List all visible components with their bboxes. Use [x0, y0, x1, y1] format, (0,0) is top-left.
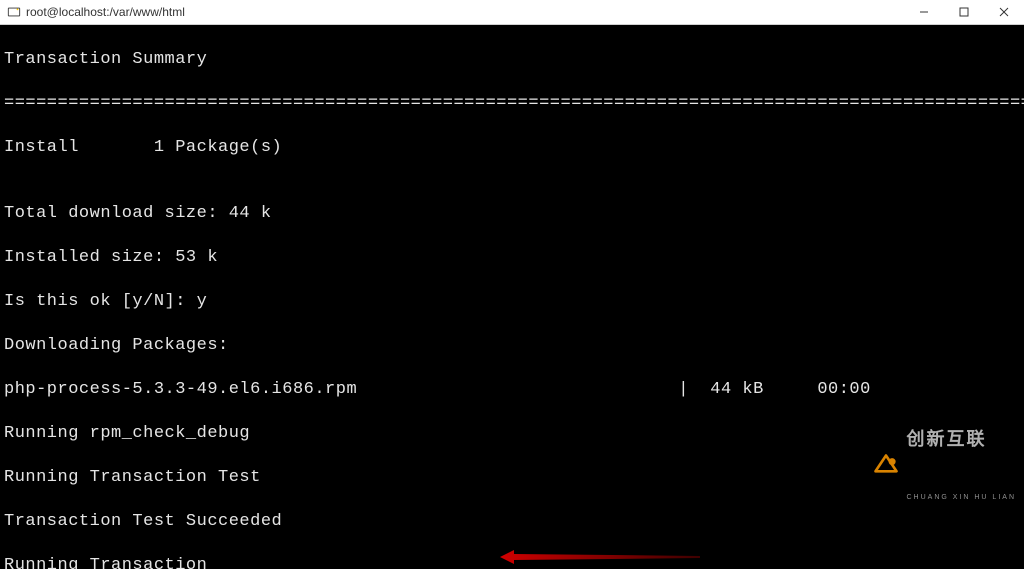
- close-button[interactable]: [984, 0, 1024, 24]
- window-title: root@localhost:/var/www/html: [26, 5, 185, 19]
- terminal-line: Total download size: 44 k: [4, 203, 1020, 225]
- terminal-line: Is this ok [y/N]: y: [4, 291, 1020, 313]
- terminal-line: Transaction Test Succeeded: [4, 511, 1020, 533]
- terminal-line: Running rpm_check_debug: [4, 423, 1020, 445]
- terminal-line: php-process-5.3.3-49.el6.i686.rpm | 44 k…: [4, 379, 1020, 401]
- watermark: 创新互联 CHUANG XIN HU LIAN: [872, 386, 1016, 545]
- watermark-text: 创新互联: [906, 430, 1016, 448]
- app-icon: [6, 4, 22, 20]
- maximize-button[interactable]: [944, 0, 984, 24]
- terminal-line: Downloading Packages:: [4, 335, 1020, 357]
- terminal-line: Install 1 Package(s): [4, 137, 1020, 159]
- terminal-line: Running Transaction: [4, 555, 1020, 569]
- titlebar[interactable]: root@localhost:/var/www/html: [0, 0, 1024, 25]
- app-window: root@localhost:/var/www/html Transaction…: [0, 0, 1024, 569]
- minimize-button[interactable]: [904, 0, 944, 24]
- watermark-logo-icon: [872, 452, 900, 480]
- terminal-line: Transaction Summary: [4, 49, 1020, 71]
- terminal-line: Running Transaction Test: [4, 467, 1020, 489]
- watermark-subtext: CHUANG XIN HU LIAN: [906, 494, 1016, 501]
- terminal[interactable]: Transaction Summary ====================…: [0, 25, 1024, 569]
- terminal-line: Installed size: 53 k: [4, 247, 1020, 269]
- terminal-line: ========================================…: [4, 93, 1020, 115]
